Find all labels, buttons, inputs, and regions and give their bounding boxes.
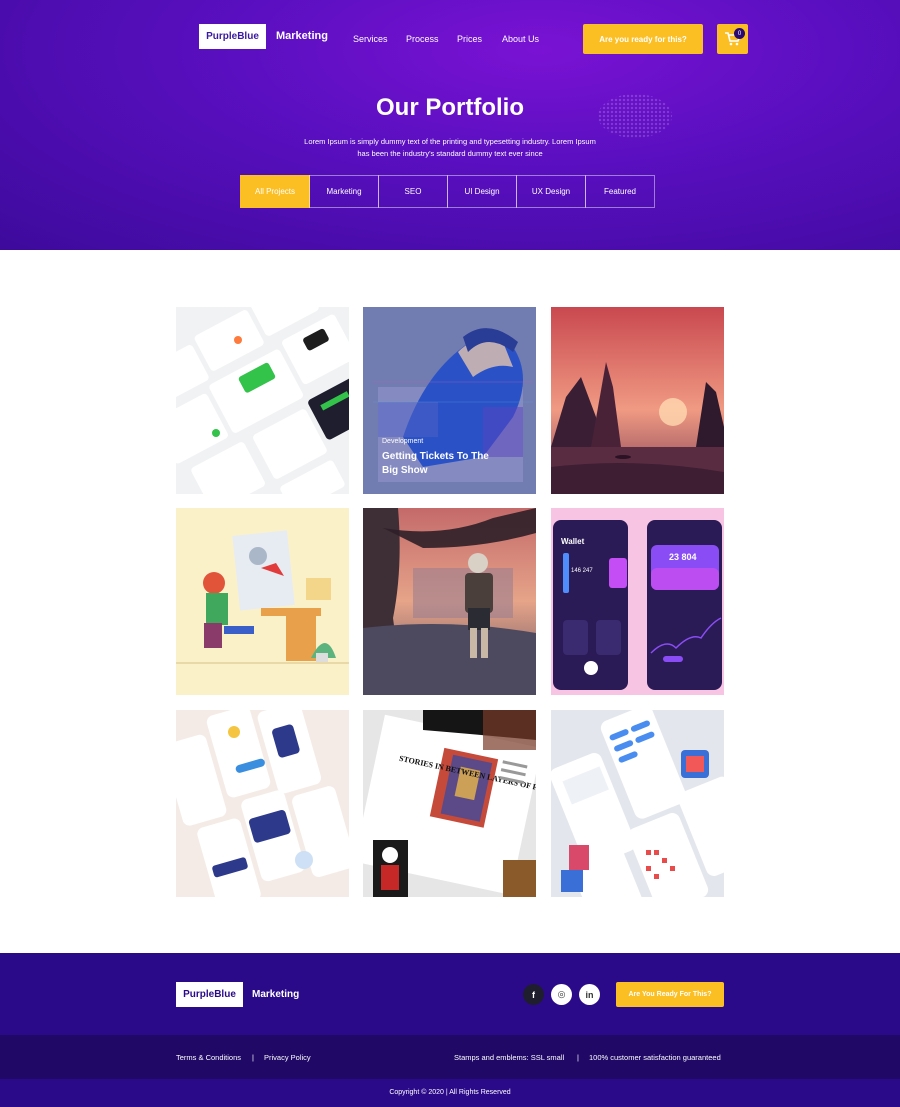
footer-top: PurpleBlue Marketing f ◎ in Are You Read… [0,953,900,1035]
main-nav: PurpleBlue Marketing Services Process Pr… [0,24,900,54]
filter-ux-design[interactable]: UX Design [516,175,586,208]
footer-links-bar: Terms & Conditions | Privacy Policy Stam… [0,1035,900,1079]
info-separator: | [577,1053,579,1062]
satisfaction-guarantee: 100% customer satisfaction guaranteed [589,1053,721,1062]
portfolio-item-traveler[interactable] [363,508,536,695]
stamps-label: Stamps and emblems: SSL small [454,1053,565,1062]
wallet-app-image: Wallet 146 247 23 804 [551,508,724,695]
cart-count-badge: 0 [734,28,745,39]
footer-logo-box[interactable]: PurpleBlue [176,982,243,1007]
wallet-title-text: Wallet [561,537,585,546]
portfolio-item-getting-tickets[interactable]: Development Getting Tickets To The Big S… [363,307,536,494]
designer-at-desk-image [176,508,349,695]
instagram-icon[interactable]: ◎ [551,984,572,1005]
portfolio-item-sunset-landscape[interactable] [551,307,724,494]
portfolio-item-dashboard-ui[interactable] [176,307,349,494]
linkedin-icon[interactable]: in [579,984,600,1005]
footer-logo-text[interactable]: Marketing [252,989,299,1000]
page-subtitle: Lorem Ipsum is simply dummy text of the … [304,137,596,158]
mobile-onboarding-image [176,710,349,897]
header-cta-button[interactable]: Are you ready for this? [583,24,703,54]
card-balance-text: 23 804 [669,552,697,562]
nav-about-us[interactable]: About Us [502,34,539,44]
logo-text[interactable]: Marketing [276,30,328,42]
filter-marketing[interactable]: Marketing [309,175,379,208]
logo-box[interactable]: PurpleBlue [199,24,266,49]
nav-prices[interactable]: Prices [457,34,482,44]
sunset-landscape-image [551,307,724,494]
card-category: Development [382,438,424,445]
portfolio-item-designer-desk[interactable] [176,508,349,695]
filter-ui-design[interactable]: UI Design [447,175,517,208]
facebook-icon[interactable]: f [523,984,544,1005]
footer-copyright-bar: Copyright © 2020 | All Rights Reserved [0,1079,900,1107]
page-title: Our Portfolio [376,94,524,121]
link-separator: | [252,1053,254,1062]
portfolio-item-wallet-app[interactable]: Wallet 146 247 23 804 [551,508,724,695]
privacy-link[interactable]: Privacy Policy [264,1053,311,1062]
magazine-layout-image: STORIES IN BETWEEN LAYERS OF PAINT [363,710,536,897]
nav-services[interactable]: Services [353,34,388,44]
card-title[interactable]: Getting Tickets To The Big Show [382,450,502,478]
portfolio-item-mobile-onboarding[interactable] [176,710,349,897]
terms-link[interactable]: Terms & Conditions [176,1053,241,1062]
portfolio-item-messaging-app[interactable] [551,710,724,897]
messaging-app-image [551,710,724,897]
site-footer: PurpleBlue Marketing f ◎ in Are You Read… [0,953,900,1107]
filter-featured[interactable]: Featured [585,175,655,208]
copyright-text: Copyright © 2020 | All Rights Reserved [389,1089,511,1096]
portfolio-filter-tabs: All Projects Marketing SEO UI Design UX … [240,175,660,208]
filter-seo[interactable]: SEO [378,175,448,208]
hero-section: PurpleBlue Marketing Services Process Pr… [0,0,900,250]
cart-button[interactable]: 0 [717,24,748,54]
portfolio-item-magazine[interactable]: STORIES IN BETWEEN LAYERS OF PAINT [363,710,536,897]
footer-cta-button[interactable]: Are You Ready For This? [616,982,724,1007]
nav-process[interactable]: Process [406,34,439,44]
filter-all-projects[interactable]: All Projects [240,175,310,208]
wallet-balance-text: 146 247 [571,568,593,574]
dashboard-ui-image [176,307,349,494]
traveler-under-tree-image [363,508,536,695]
